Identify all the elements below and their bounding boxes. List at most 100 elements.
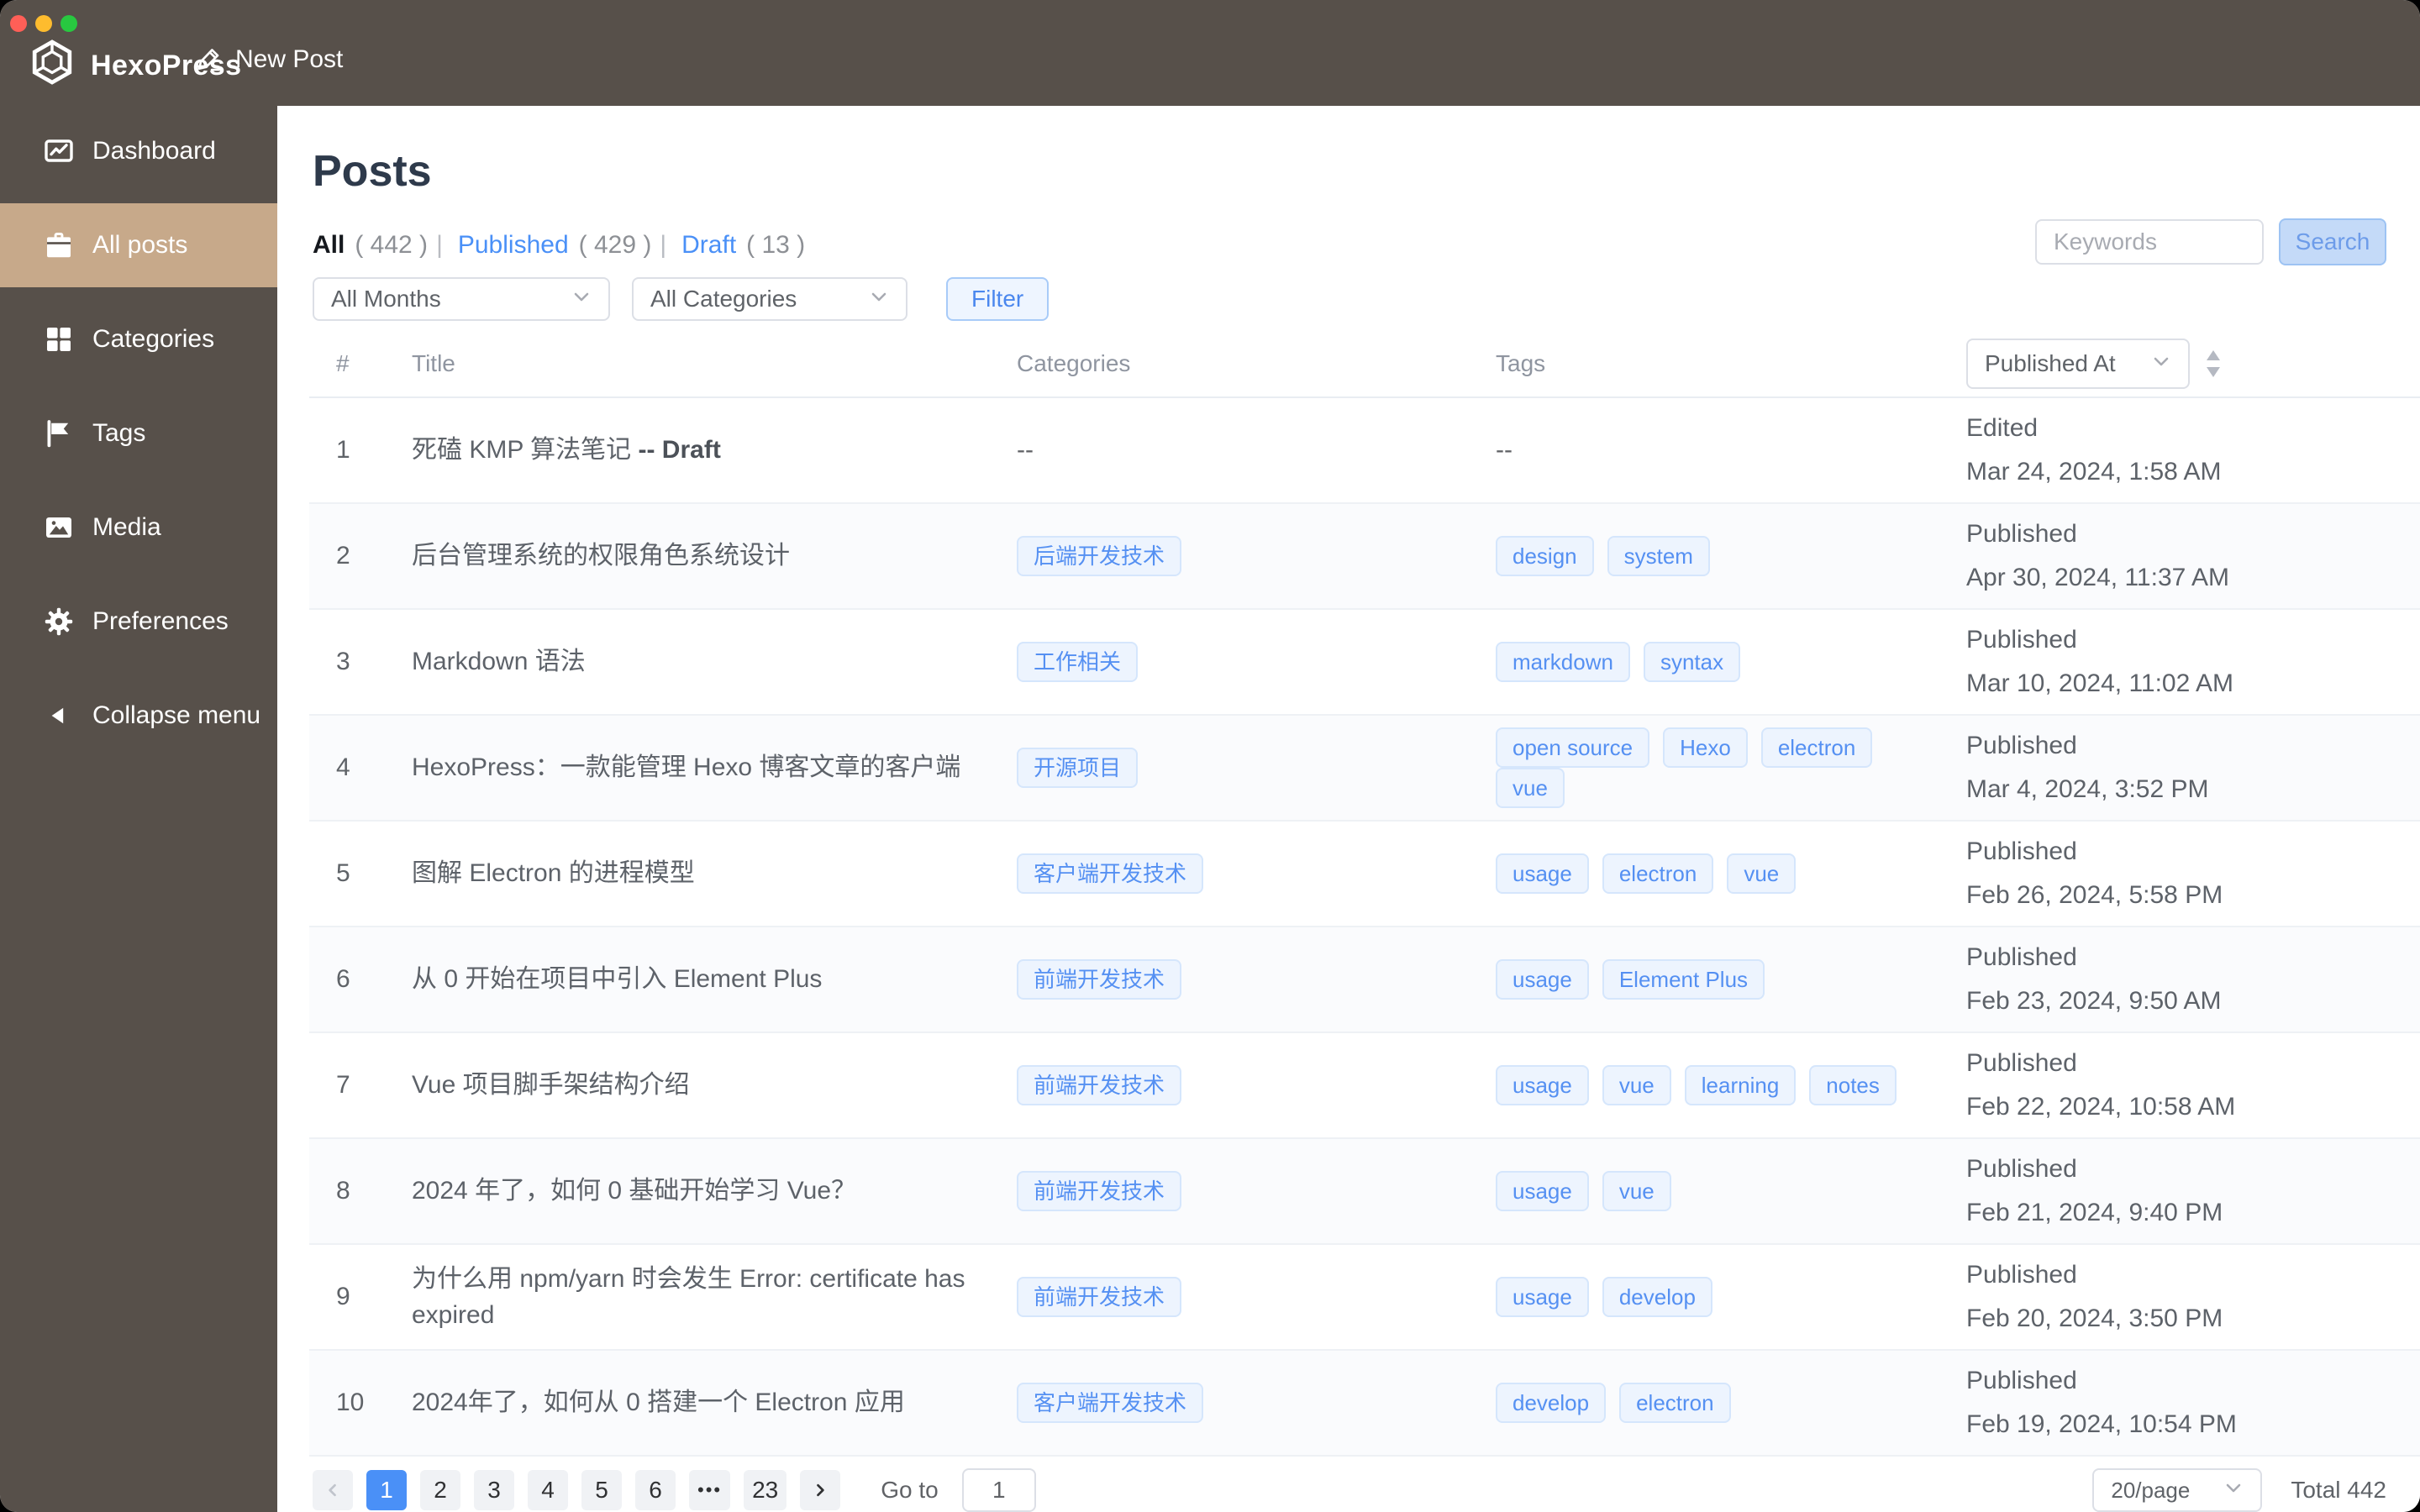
tag-chip[interactable]: syntax — [1643, 642, 1741, 682]
tag-chip[interactable]: open source — [1496, 727, 1650, 768]
more-pages-button[interactable]: ••• — [689, 1470, 731, 1510]
tag-chip[interactable]: usage — [1496, 959, 1589, 1000]
tab-count: ( 429 ) — [578, 231, 652, 259]
next-page-button[interactable] — [800, 1470, 841, 1510]
category-chip[interactable]: 工作相关 — [1017, 642, 1139, 682]
row-tags: markdown syntax — [1496, 642, 1966, 682]
sidebar-item-media[interactable]: Media — [0, 486, 277, 570]
page-button-23[interactable]: 23 — [744, 1470, 787, 1510]
page-button-4[interactable]: 4 — [528, 1470, 568, 1510]
table-row: 9 为什么用 npm/yarn 时会发生 Error: certificate h… — [309, 1245, 2420, 1351]
tag-chip[interactable]: develop — [1602, 1277, 1712, 1317]
post-title-link[interactable]: 为什么用 npm/yarn 时会发生 Error: certificate ha… — [412, 1261, 1017, 1334]
tab-published[interactable]: Published — [458, 231, 569, 260]
sidebar-item-preferences[interactable]: Preferences — [0, 580, 277, 664]
tag-chip[interactable]: electron — [1760, 727, 1873, 768]
post-title-text: 2024年了，如何从 0 搭建一个 Electron 应用 — [412, 1389, 905, 1417]
tag-chip[interactable]: Element Plus — [1602, 959, 1765, 1000]
sidebar-item-all-posts[interactable]: All posts — [0, 203, 277, 287]
tag-chip[interactable]: vue — [1496, 768, 1565, 808]
tag-chip[interactable]: markdown — [1496, 642, 1630, 682]
category-chip[interactable]: 开源项目 — [1017, 748, 1139, 788]
sidebar-item-collapse-menu[interactable]: Collapse menu — [0, 674, 277, 758]
new-post-button[interactable]: New Post — [195, 45, 343, 74]
goto-page-input[interactable] — [961, 1468, 1036, 1512]
post-date: Mar 4, 2024, 3:52 PM — [1966, 775, 2209, 803]
page-size-value: 20/page — [2111, 1477, 2191, 1503]
row-tags: usage vue learning notes — [1496, 1065, 1966, 1105]
tag-chip[interactable]: vue — [1602, 1171, 1671, 1211]
row-tags: usage Element Plus — [1496, 959, 1966, 1000]
category-chip[interactable]: 后端开发技术 — [1017, 536, 1182, 576]
prev-page-button[interactable] — [313, 1470, 353, 1510]
tag-chip[interactable]: design — [1496, 536, 1594, 576]
post-title-link[interactable]: Vue 项目脚手架结构介绍 — [412, 1067, 1017, 1104]
tag-chip[interactable]: electron — [1602, 853, 1714, 894]
tag-chip[interactable]: usage — [1496, 1171, 1589, 1211]
post-date: Apr 30, 2024, 11:37 AM — [1966, 564, 2229, 591]
sidebar-item-categories[interactable]: Categories — [0, 297, 277, 381]
sidebar-item-dashboard[interactable]: Dashboard — [0, 109, 277, 193]
page-button-3[interactable]: 3 — [474, 1470, 514, 1510]
post-title-link[interactable]: HexoPress：一款能管理 Hexo 博客文章的客户端 — [412, 749, 1017, 786]
tag-chip[interactable]: usage — [1496, 1277, 1589, 1317]
dashboard-icon — [44, 136, 74, 166]
sort-field-select[interactable]: Published At — [1966, 339, 2190, 389]
row-published: Published Mar 10, 2024, 11:02 AM — [1966, 626, 2420, 698]
category-chip[interactable]: 前端开发技术 — [1017, 1065, 1182, 1105]
row-index: 1 — [336, 436, 350, 464]
tag-chip[interactable]: Hexo — [1663, 727, 1748, 768]
table-row: 8 2024 年了，如何 0 基础开始学习 Vue？ 前端开发技术 usage vue P… — [309, 1139, 2420, 1245]
page-button-1[interactable]: 1 — [366, 1470, 407, 1510]
pager-right-group: 20/page Total 442 — [2092, 1468, 2386, 1512]
post-title-link[interactable]: 2024年了，如何从 0 搭建一个 Electron 应用 — [412, 1384, 1017, 1421]
tag-chip[interactable]: learning — [1684, 1065, 1797, 1105]
row-tags: usage develop — [1496, 1277, 1966, 1317]
tag-chip[interactable]: usage — [1496, 1065, 1589, 1105]
tab-count: ( 442 ) — [355, 231, 429, 259]
tag-chip[interactable]: vue — [1602, 1065, 1671, 1105]
minimize-window-button[interactable] — [35, 15, 52, 32]
post-title-link[interactable]: 图解 Electron 的进程模型 — [412, 855, 1017, 892]
search-button[interactable]: Search — [2279, 218, 2386, 265]
tag-chip[interactable]: electron — [1619, 1383, 1731, 1423]
category-chip[interactable]: 客户端开发技术 — [1017, 853, 1204, 894]
page-button-5[interactable]: 5 — [581, 1470, 622, 1510]
keywords-input[interactable] — [2035, 219, 2264, 265]
tags-column-header: Tags — [1496, 350, 1546, 376]
post-title-link[interactable]: Markdown 语法 — [412, 643, 1017, 680]
sort-order-icon[interactable] — [2203, 347, 2223, 381]
index-column-header: # — [336, 350, 350, 376]
post-title-link[interactable]: 后台管理系统的权限角色系统设计 — [412, 538, 1017, 575]
months-select[interactable]: All Months — [313, 277, 610, 321]
tag-chip[interactable]: vue — [1727, 853, 1797, 894]
row-categories: 工作相关 — [1017, 642, 1496, 682]
tag-chip[interactable]: notes — [1809, 1065, 1897, 1105]
post-status: Published — [1966, 732, 2077, 759]
tag-chip[interactable]: develop — [1496, 1383, 1607, 1423]
tab-separator: | — [660, 231, 667, 259]
tag-chip[interactable]: system — [1607, 536, 1710, 576]
category-chip[interactable]: 前端开发技术 — [1017, 1277, 1182, 1317]
zoom-window-button[interactable] — [60, 15, 77, 32]
filter-button[interactable]: Filter — [946, 277, 1050, 321]
row-index: 5 — [336, 859, 350, 887]
page-button-6[interactable]: 6 — [635, 1470, 676, 1510]
post-title-text: 从 0 开始在项目中引入 Element Plus — [412, 965, 823, 994]
close-window-button[interactable] — [10, 15, 27, 32]
categories-select[interactable]: All Categories — [632, 277, 908, 321]
page-size-select[interactable]: 20/page — [2092, 1468, 2263, 1512]
row-published: Published Mar 4, 2024, 3:52 PM — [1966, 732, 2420, 804]
tab-draft[interactable]: Draft — [681, 231, 736, 260]
post-title-link[interactable]: 2024 年了，如何 0 基础开始学习 Vue？ — [412, 1173, 1017, 1210]
post-title-link[interactable]: 死磕 KMP 算法笔记 -- Draft — [412, 432, 1017, 469]
category-chip[interactable]: 前端开发技术 — [1017, 959, 1182, 1000]
category-chip[interactable]: 客户端开发技术 — [1017, 1383, 1204, 1423]
page-button-2[interactable]: 2 — [420, 1470, 460, 1510]
tab-all[interactable]: All — [313, 231, 345, 260]
sidebar-item-tags[interactable]: Tags — [0, 391, 277, 475]
post-title-link[interactable]: 从 0 开始在项目中引入 Element Plus — [412, 961, 1017, 998]
tag-chip[interactable]: usage — [1496, 853, 1589, 894]
new-post-label: New Post — [235, 45, 344, 73]
category-chip[interactable]: 前端开发技术 — [1017, 1171, 1182, 1211]
